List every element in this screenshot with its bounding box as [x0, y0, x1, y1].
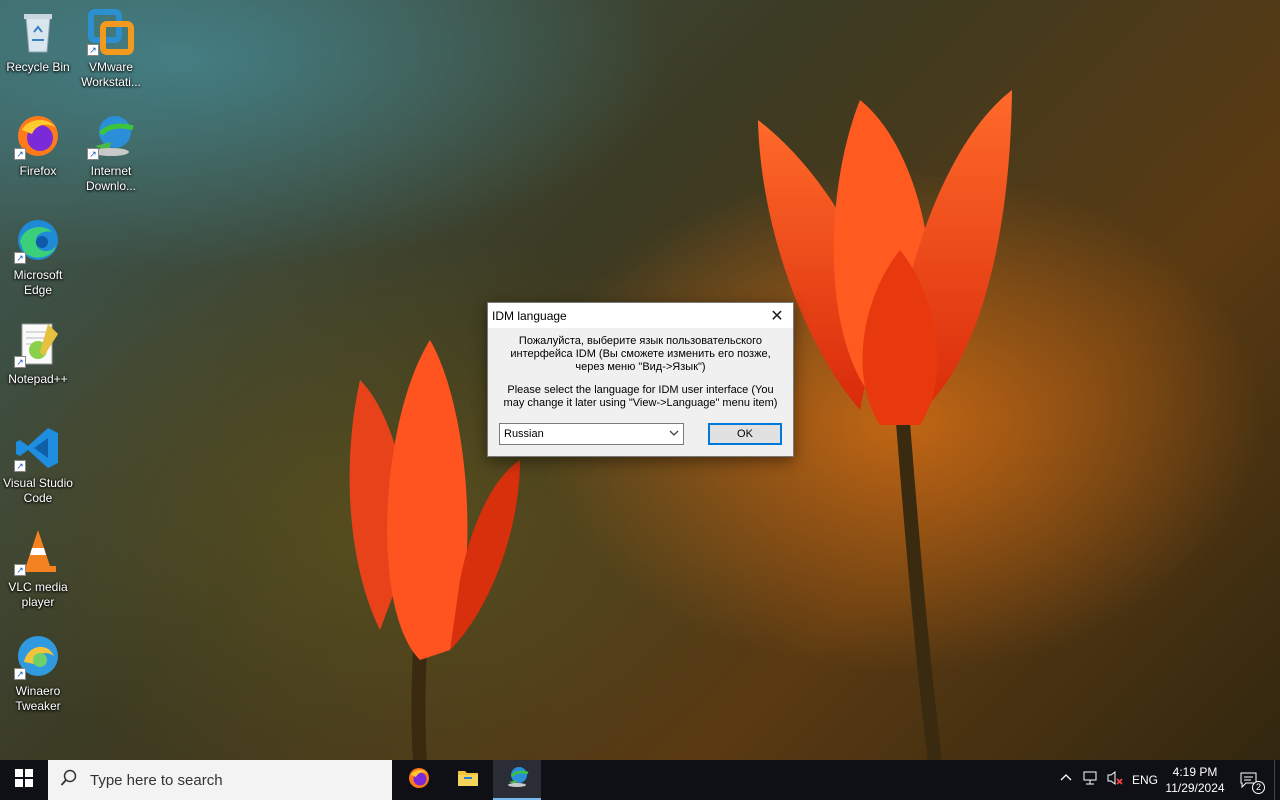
- desktop-icon-winaero[interactable]: ↗ Winaero Tweaker: [0, 632, 76, 714]
- clock-button[interactable]: 4:19 PM 11/29/2024: [1164, 760, 1226, 800]
- desktop-icon-edge[interactable]: ↗ Microsoft Edge: [0, 216, 76, 298]
- notification-count-badge: 2: [1252, 781, 1265, 794]
- vscode-icon: ↗: [14, 424, 62, 472]
- desktop-icon-label: VLC media player: [8, 580, 68, 609]
- shortcut-arrow-icon: ↗: [14, 252, 26, 264]
- dialog-message-russian: Пожалуйста, выберите язык пользовательск…: [510, 335, 771, 373]
- desktop-icon-vscode[interactable]: ↗ Visual Studio Code: [0, 424, 76, 506]
- notepadpp-icon: ↗: [14, 320, 62, 368]
- dialog-title: IDM language: [492, 308, 567, 323]
- shortcut-arrow-icon: ↗: [87, 148, 99, 160]
- input-language-indicator[interactable]: ENG: [1128, 760, 1162, 800]
- taskbar-search-box[interactable]: Type here to search: [48, 760, 392, 800]
- desktop-icon-label: Visual Studio Code: [3, 476, 73, 505]
- idm-icon: [505, 765, 529, 794]
- clock-time: 4:19 PM: [1172, 765, 1218, 779]
- firefox-icon: [407, 766, 431, 795]
- taskbar-firefox[interactable]: [395, 760, 443, 800]
- dialog-message-english: Please select the language for IDM user …: [503, 384, 778, 409]
- shortcut-arrow-icon: ↗: [14, 564, 26, 576]
- notification-icon: 2: [1239, 770, 1265, 794]
- search-placeholder: Type here to search: [90, 771, 223, 789]
- vmware-icon: ↗: [87, 8, 135, 56]
- firefox-icon: ↗: [14, 112, 62, 160]
- ok-button[interactable]: OK: [708, 423, 782, 445]
- desktop-icon-firefox[interactable]: ↗ Firefox: [0, 112, 76, 179]
- desktop-icon-label: Internet Downlo...: [85, 164, 137, 193]
- show-hidden-icons-button[interactable]: [1056, 760, 1076, 800]
- start-button[interactable]: [0, 760, 48, 800]
- network-icon: [1082, 770, 1100, 791]
- shortcut-arrow-icon: ↗: [14, 460, 26, 472]
- network-status-button[interactable]: [1080, 760, 1102, 800]
- taskbar-idm[interactable]: [493, 760, 541, 800]
- language-dropdown[interactable]: Russian: [499, 423, 684, 445]
- shortcut-arrow-icon: ↗: [14, 148, 26, 160]
- volume-muted-icon: [1106, 770, 1124, 791]
- vlc-icon: ↗: [14, 528, 62, 576]
- edge-icon: ↗: [14, 216, 62, 264]
- chevron-down-icon: [669, 428, 679, 441]
- desktop-icon-label: Notepad++: [8, 372, 68, 386]
- language-dropdown-value: Russian: [504, 428, 544, 440]
- dialog-titlebar[interactable]: IDM language ✕: [488, 303, 793, 328]
- action-center-button[interactable]: 2: [1234, 760, 1265, 800]
- idm-language-dialog: IDM language ✕ Пожалуйста, выберите язык…: [487, 302, 794, 457]
- close-icon[interactable]: ✕: [761, 303, 793, 328]
- desktop-icon-label: VMware Workstati...: [81, 60, 141, 89]
- language-label: ENG: [1131, 773, 1158, 787]
- shortcut-arrow-icon: ↗: [87, 44, 99, 56]
- desktop-icon-vlc[interactable]: ↗ VLC media player: [0, 528, 76, 610]
- clock-date: 11/29/2024: [1165, 781, 1225, 795]
- show-desktop-button[interactable]: [1274, 760, 1280, 800]
- desktop-icon-idm[interactable]: ↗ Internet Downlo...: [73, 112, 149, 194]
- desktop-icon-notepadpp[interactable]: ↗ Notepad++: [0, 320, 76, 387]
- search-icon: [60, 769, 78, 792]
- shortcut-arrow-icon: ↗: [14, 356, 26, 368]
- taskbar: Type here to search ENG 4:19 PM 11/29/20…: [0, 760, 1280, 800]
- desktop-icon-vmware[interactable]: ↗ VMware Workstati...: [73, 8, 149, 90]
- volume-button[interactable]: [1104, 760, 1126, 800]
- shortcut-arrow-icon: ↗: [14, 668, 26, 680]
- desktop-icon-label: Winaero Tweaker: [15, 684, 61, 713]
- desktop-icon-label: Firefox: [19, 164, 57, 178]
- desktop-icon-recycle-bin[interactable]: Recycle Bin: [0, 8, 76, 75]
- recycle-bin-icon: [14, 8, 62, 56]
- file-explorer-icon: [456, 766, 480, 795]
- windows-logo-icon: [15, 768, 33, 792]
- desktop-icon-label: Microsoft Edge: [13, 268, 63, 297]
- taskbar-file-explorer[interactable]: [444, 760, 492, 800]
- chevron-up-icon: [1060, 771, 1072, 789]
- idm-icon: ↗: [87, 112, 135, 160]
- desktop-icon-label: Recycle Bin: [6, 60, 70, 74]
- winaero-icon: ↗: [14, 632, 62, 680]
